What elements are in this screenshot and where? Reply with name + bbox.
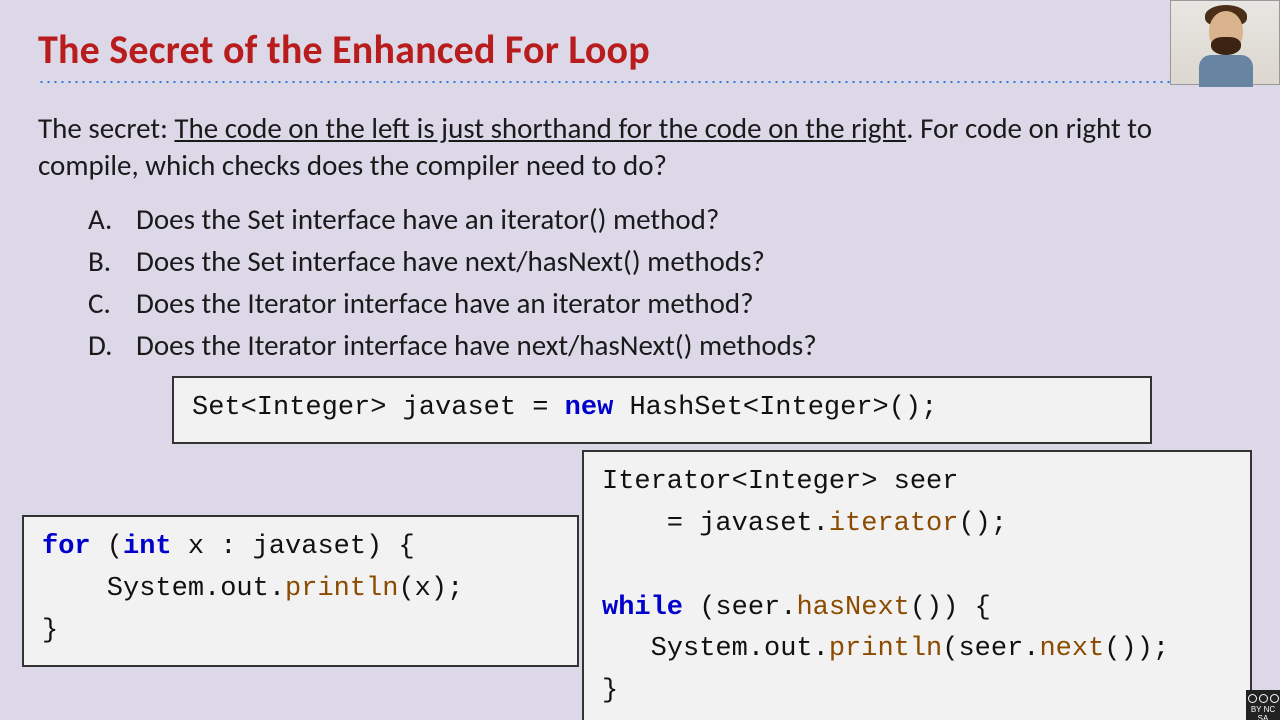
slide-title: The Secret of the Enhanced For Loop bbox=[38, 25, 1242, 74]
code-text: (x); bbox=[398, 574, 463, 604]
code-text: ( bbox=[91, 532, 123, 562]
option-letter: D. bbox=[88, 324, 136, 366]
code-text: Set<Integer> javaset = bbox=[192, 393, 565, 423]
code-text: = javaset. bbox=[602, 509, 829, 539]
cc-circle-icon bbox=[1259, 694, 1268, 703]
cc-label: BY NC SA bbox=[1246, 706, 1280, 720]
slide: The Secret of the Enhanced For Loop The … bbox=[0, 0, 1280, 720]
option-a: A. Does the Set interface have an iterat… bbox=[88, 198, 1242, 240]
method-println: println bbox=[829, 634, 942, 664]
method-println: println bbox=[285, 574, 398, 604]
option-d: D. Does the Iterator interface have next… bbox=[88, 324, 1242, 366]
option-letter: A. bbox=[88, 198, 136, 240]
option-b: B. Does the Set interface have next/hasN… bbox=[88, 240, 1242, 282]
cc-license-badge: BY NC SA bbox=[1246, 690, 1280, 720]
code-text: (); bbox=[958, 509, 1007, 539]
title-divider bbox=[38, 80, 1242, 84]
option-text: Does the Iterator interface have an iter… bbox=[136, 282, 754, 324]
options-list: A. Does the Set interface have an iterat… bbox=[38, 198, 1242, 366]
code-text: (seer. bbox=[942, 634, 1039, 664]
code-box-declaration: Set<Integer> javaset = new HashSet<Integ… bbox=[172, 376, 1152, 444]
keyword-while: while bbox=[602, 593, 683, 623]
method-next: next bbox=[1039, 634, 1104, 664]
code-text: System.out. bbox=[42, 574, 285, 604]
person-beard bbox=[1211, 37, 1241, 55]
method-hasnext: hasNext bbox=[796, 593, 909, 623]
keyword-int: int bbox=[123, 532, 172, 562]
code-text: ()); bbox=[1104, 634, 1169, 664]
webcam-overlay bbox=[1170, 0, 1280, 85]
cc-circle-icon bbox=[1248, 694, 1257, 703]
option-letter: B. bbox=[88, 240, 136, 282]
keyword-for: for bbox=[42, 532, 91, 562]
method-iterator: iterator bbox=[829, 509, 959, 539]
intro-pre: The secret: bbox=[38, 110, 174, 146]
option-text: Does the Set interface have next/hasNext… bbox=[136, 240, 765, 282]
cc-circle-icon bbox=[1270, 694, 1279, 703]
code-text: HashSet<Integer>(); bbox=[613, 393, 937, 423]
intro-underlined: The code on the left is just shorthand f… bbox=[174, 110, 906, 146]
option-letter: C. bbox=[88, 282, 136, 324]
option-text: Does the Iterator interface have next/ha… bbox=[136, 324, 817, 366]
option-text: Does the Set interface have an iterator(… bbox=[136, 198, 719, 240]
code-box-while-loop: Iterator<Integer> seer = javaset.iterato… bbox=[582, 450, 1252, 720]
code-text: x : javaset) { bbox=[172, 532, 415, 562]
code-text: } bbox=[42, 616, 58, 646]
code-text: } bbox=[602, 676, 618, 706]
intro-paragraph: The secret: The code on the left is just… bbox=[38, 110, 1242, 184]
keyword-new: new bbox=[565, 393, 614, 423]
option-c: C. Does the Iterator interface have an i… bbox=[88, 282, 1242, 324]
code-text: Iterator<Integer> seer bbox=[602, 467, 958, 497]
code-text: (seer. bbox=[683, 593, 796, 623]
code-text: ()) { bbox=[910, 593, 991, 623]
code-text: System.out. bbox=[602, 634, 829, 664]
code-box-for-loop: for (int x : javaset) { System.out.print… bbox=[22, 515, 579, 667]
person-body bbox=[1199, 55, 1253, 87]
